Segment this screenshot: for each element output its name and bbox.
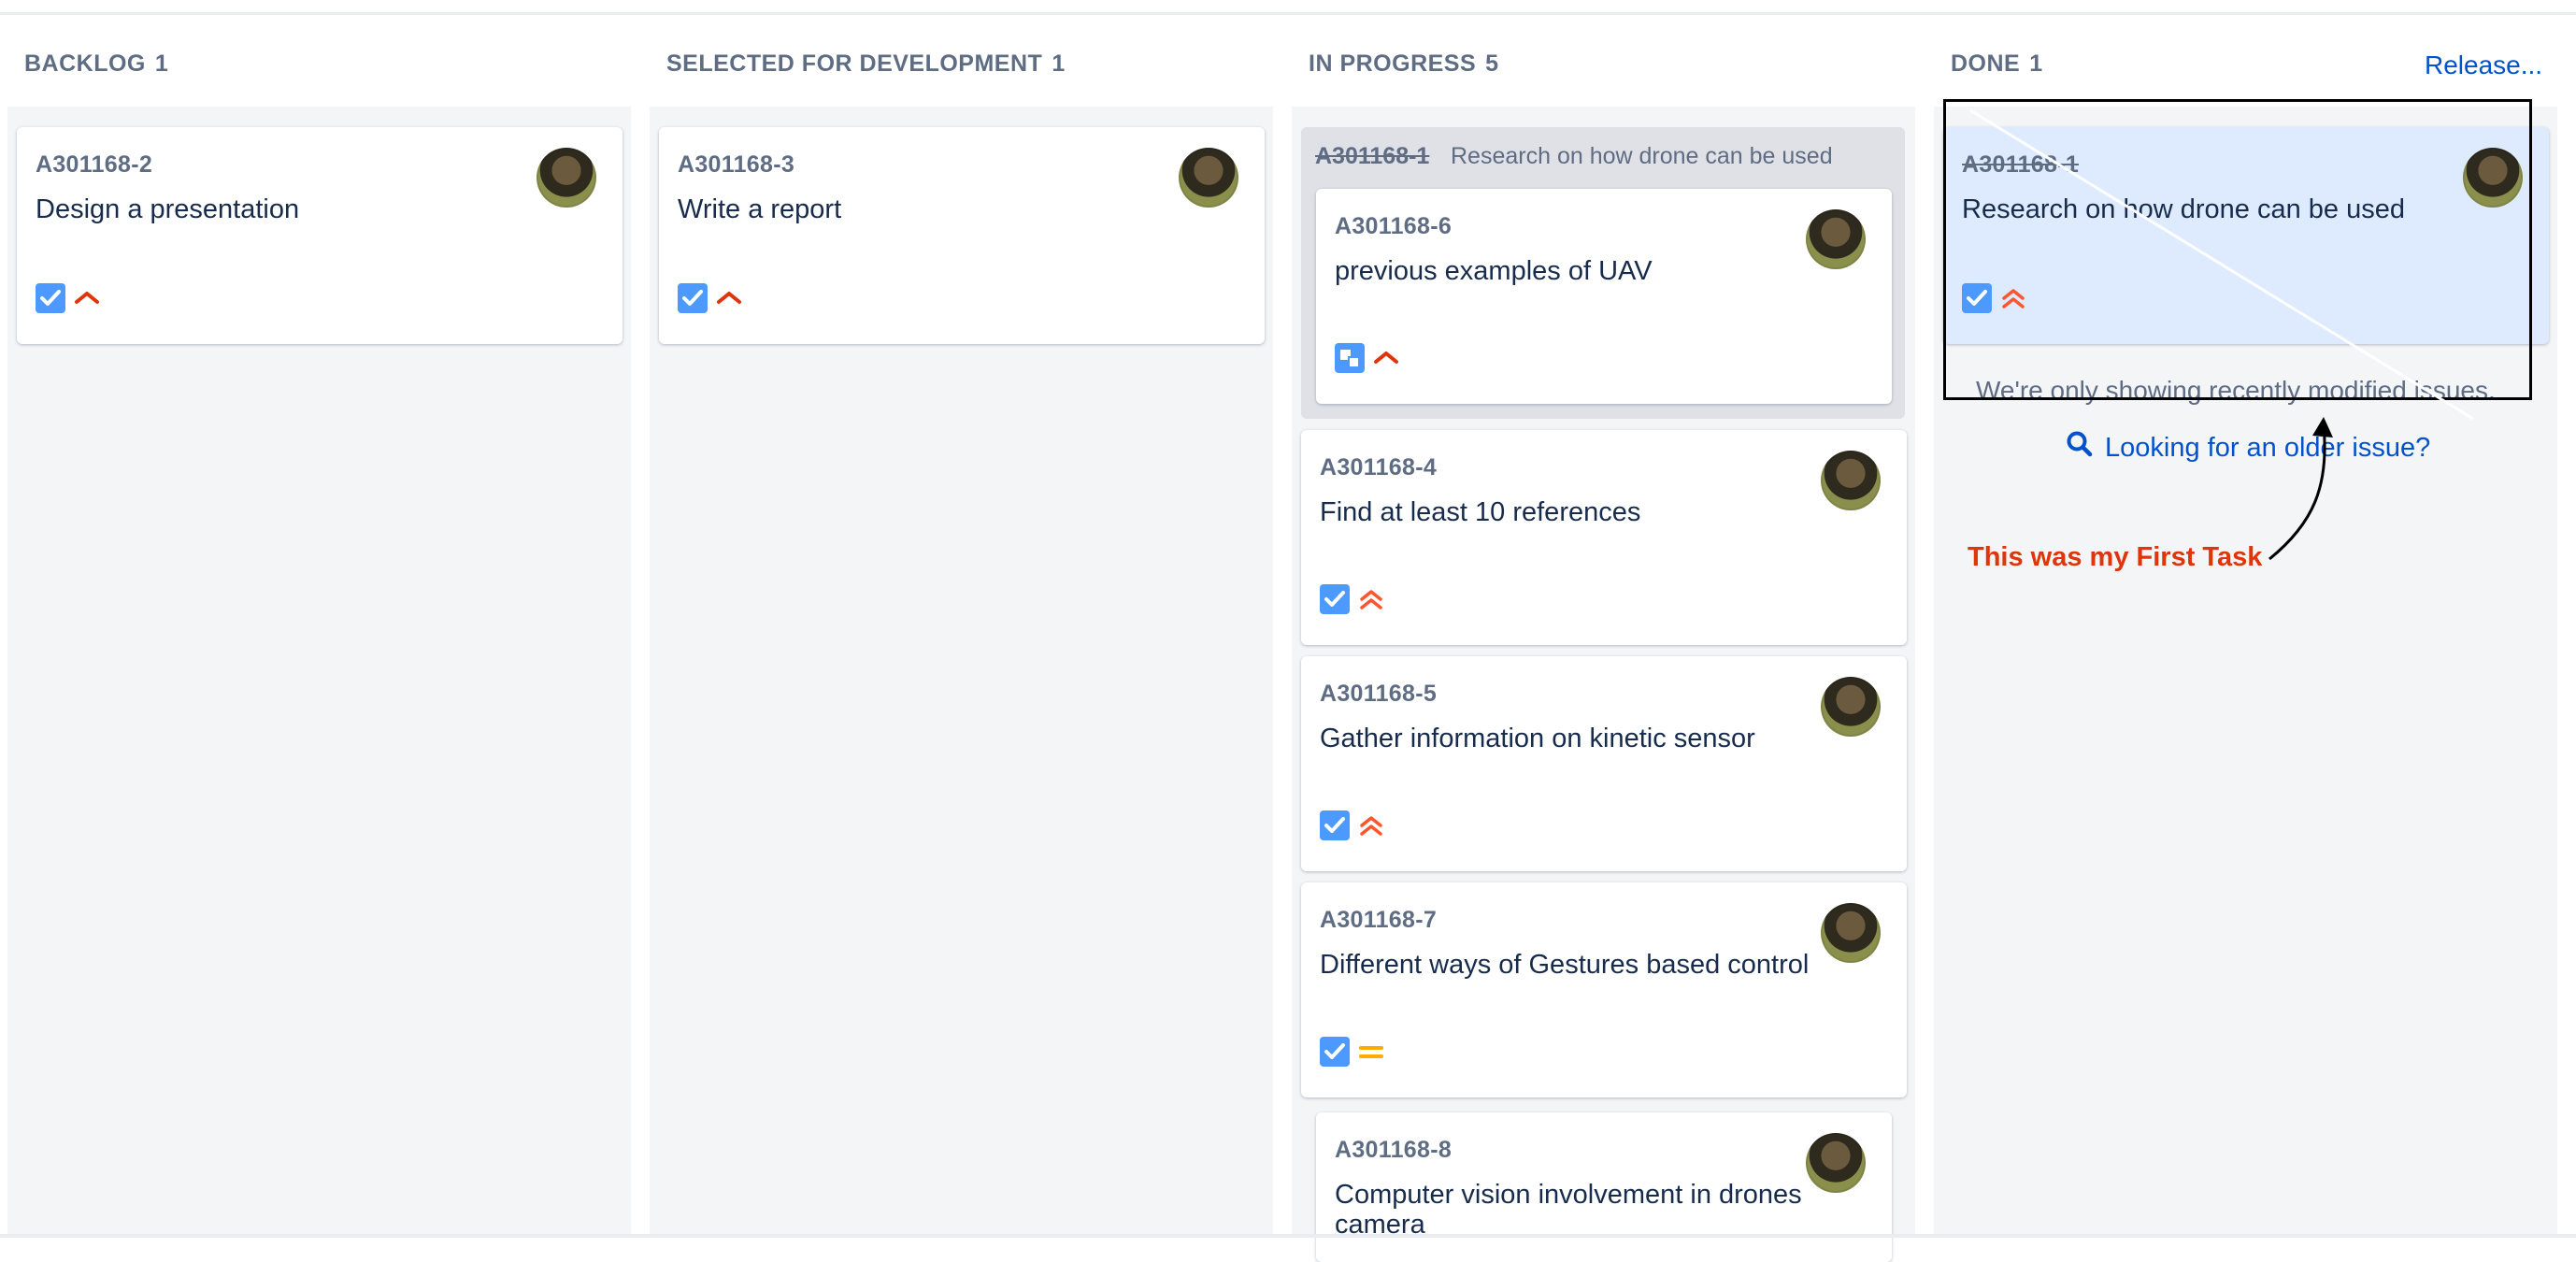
annotation-label: This was my First Task (1968, 542, 2263, 572)
annotation-arrowhead (2312, 417, 2333, 437)
bottom-divider (0, 1234, 2576, 1238)
annotation-arrow-line (2268, 424, 2326, 561)
annotation-overlay (1969, 108, 2474, 561)
annotation-slash-line (1969, 108, 2474, 421)
